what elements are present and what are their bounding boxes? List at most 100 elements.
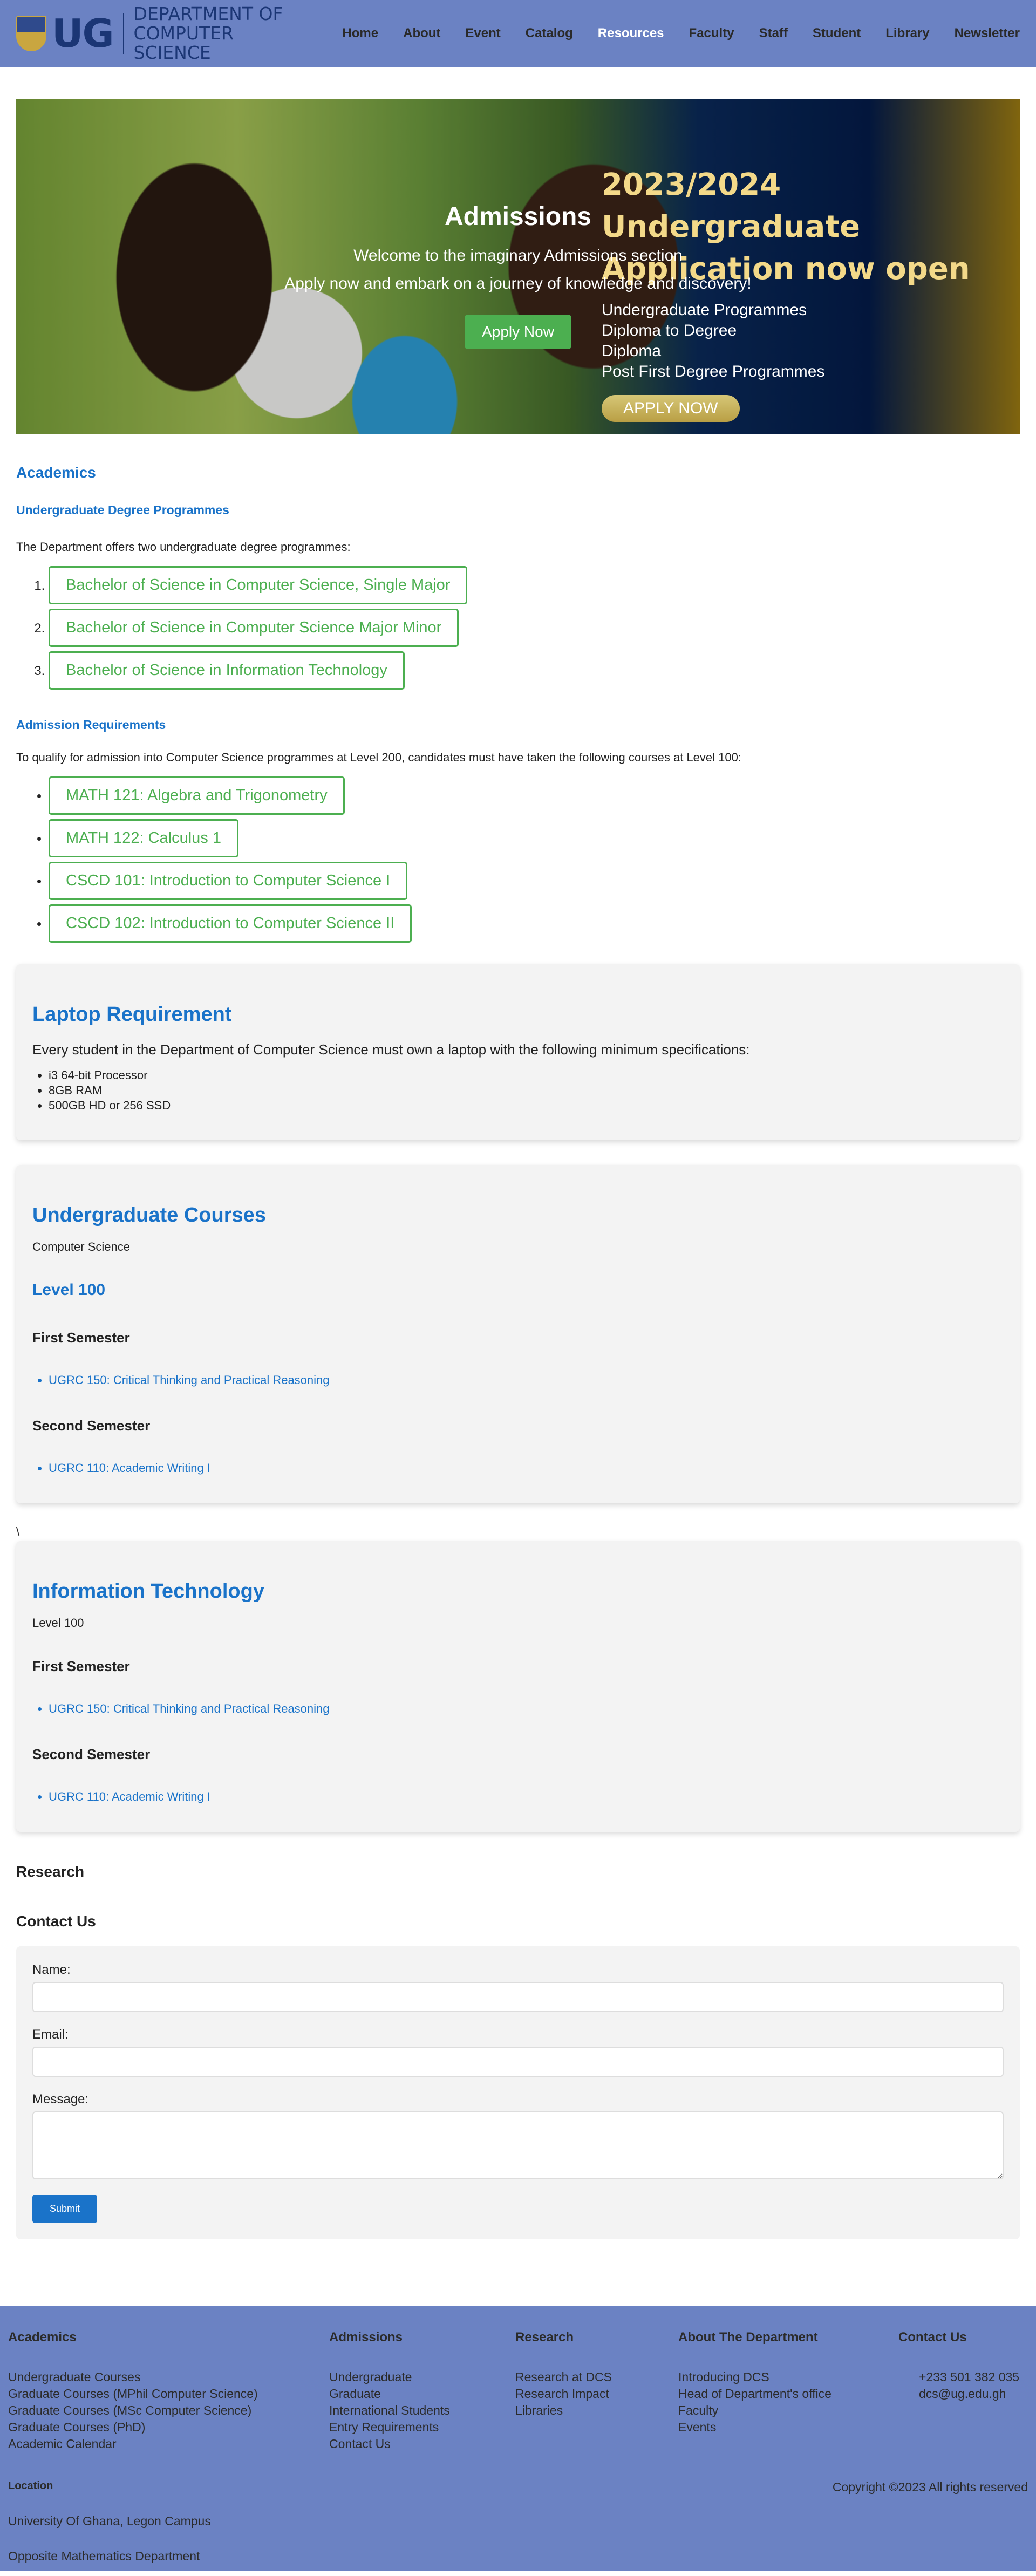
courses-heading: Undergraduate Courses <box>32 1204 266 1226</box>
admission-requirements-heading: Admission Requirements <box>16 718 166 732</box>
first-semester-heading: First Semester <box>32 1330 130 1346</box>
contact-heading: Contact Us <box>16 1913 96 1930</box>
location-heading: Location <box>8 2480 53 2492</box>
name-label: Name: <box>32 1962 71 1977</box>
nav-newsletter[interactable]: Newsletter <box>955 26 1020 41</box>
footer-link[interactable]: Undergraduate Courses <box>8 2369 258 2386</box>
ug-programmes-heading: Undergraduate Degree Programmes <box>16 503 229 517</box>
courses-subtitle: Computer Science <box>32 1240 130 1253</box>
banner-text: Admissions Welcome to the imaginary Admi… <box>16 202 1020 349</box>
footer-link[interactable]: Entry Requirements <box>329 2419 450 2436</box>
nav-about[interactable]: About <box>403 26 440 41</box>
copyright: Copyright ©2023 All rights reserved <box>832 2480 1028 2494</box>
location-line: University Of Ghana, Legon Campus <box>8 2514 211 2528</box>
course-link[interactable]: UGRC 110: Academic Writing I <box>49 1790 1004 1804</box>
admissions-banner: 2023/2024 Undergraduate Application now … <box>16 99 1020 434</box>
brand[interactable]: UG DEPARTMENT OF COMPUTER SCIENCE <box>16 4 310 63</box>
contact-form: Name: Email: Message: Submit <box>16 1946 1020 2239</box>
nav-home[interactable]: Home <box>342 26 378 41</box>
requirement-button[interactable]: CSCD 101: Introduction to Computer Scien… <box>49 862 408 900</box>
submit-button[interactable]: Submit <box>32 2195 98 2223</box>
research-heading: Research <box>16 1863 85 1880</box>
department-line-1: DEPARTMENT OF <box>133 3 283 24</box>
footer-about: About The Department Introducing DCS Hea… <box>678 2330 831 2436</box>
nav-student[interactable]: Student <box>813 26 861 41</box>
footer-link[interactable]: Faculty <box>678 2402 831 2419</box>
footer-heading: About The Department <box>678 2330 818 2345</box>
footer-heading: Research <box>515 2330 574 2345</box>
footer-link[interactable]: Academic Calendar <box>8 2436 258 2452</box>
requirement-button[interactable]: MATH 121: Algebra and Trigonometry <box>49 776 345 815</box>
course-link[interactable]: UGRC 150: Critical Thinking and Practica… <box>49 1702 1004 1716</box>
footer-phone[interactable]: +233 501 382 035 <box>898 2369 1019 2386</box>
programme-button[interactable]: Bachelor of Science in Computer Science … <box>49 609 459 647</box>
banner-tagline: Apply now and embark on a journey of kno… <box>284 275 752 292</box>
nav-staff[interactable]: Staff <box>759 26 788 41</box>
footer-link[interactable]: Libraries <box>515 2402 612 2419</box>
laptop-requirement-card: Laptop Requirement Every student in the … <box>16 964 1020 1140</box>
course-list: UGRC 150: Critical Thinking and Practica… <box>32 1373 1004 1387</box>
name-input[interactable] <box>32 1982 1004 2012</box>
requirement-button[interactable]: MATH 122: Calculus 1 <box>49 819 238 857</box>
laptop-lead: Every student in the Department of Compu… <box>32 1041 750 1058</box>
footer-link[interactable]: Research at DCS <box>515 2369 612 2386</box>
email-input[interactable] <box>32 2047 1004 2077</box>
footer-link[interactable]: Graduate <box>329 2386 450 2402</box>
site-header: UG DEPARTMENT OF COMPUTER SCIENCE Home A… <box>0 0 1036 67</box>
course-list: UGRC 150: Critical Thinking and Practica… <box>32 1702 1004 1716</box>
footer-heading: Admissions <box>329 2330 403 2345</box>
location-line: Opposite Mathematics Department <box>8 2549 200 2563</box>
spec-list: i3 64-bit Processor 8GB RAM 500GB HD or … <box>32 1068 1004 1113</box>
nav-resources[interactable]: Resources <box>598 26 664 41</box>
department-name: DEPARTMENT OF COMPUTER SCIENCE <box>134 4 310 63</box>
programme-button[interactable]: Bachelor of Science in Information Techn… <box>49 651 405 690</box>
footer-link[interactable]: Graduate Courses (PhD) <box>8 2419 258 2436</box>
list-item: MATH 122: Calculus 1 <box>49 819 1020 857</box>
course-list: UGRC 110: Academic Writing I <box>32 1790 1004 1804</box>
programme-list: Bachelor of Science in Computer Science,… <box>16 566 1020 690</box>
list-item: MATH 121: Algebra and Trigonometry <box>49 776 1020 815</box>
ug-programmes-intro: The Department offers two undergraduate … <box>16 540 351 554</box>
requirement-button[interactable]: CSCD 102: Introduction to Computer Scien… <box>49 904 412 943</box>
footer-heading: Contact Us <box>898 2330 967 2345</box>
list-item: 8GB RAM <box>49 1083 1004 1098</box>
it-heading: Information Technology <box>32 1580 264 1603</box>
footer-link[interactable]: Events <box>678 2419 831 2436</box>
programme-button[interactable]: Bachelor of Science in Computer Science,… <box>49 566 468 604</box>
nav-catalog[interactable]: Catalog <box>526 26 573 41</box>
footer-link[interactable]: Graduate Courses (MSc Computer Science) <box>8 2402 258 2419</box>
nav-library[interactable]: Library <box>885 26 929 41</box>
university-crest-icon <box>16 16 47 51</box>
footer-research: Research Research at DCS Research Impact… <box>515 2330 612 2419</box>
course-link[interactable]: UGRC 150: Critical Thinking and Practica… <box>49 1373 1004 1387</box>
footer-admissions: Admissions Undergraduate Graduate Intern… <box>329 2330 450 2452</box>
list-item: 500GB HD or 256 SSD <box>49 1098 1004 1113</box>
logo-text: UG <box>52 11 114 56</box>
academics-heading: Academics <box>16 464 96 481</box>
nav-faculty[interactable]: Faculty <box>689 26 734 41</box>
nav-event[interactable]: Event <box>465 26 500 41</box>
footer-heading: Academics <box>8 2330 77 2345</box>
email-label: Email: <box>32 2027 69 2042</box>
footer-link[interactable]: International Students <box>329 2402 450 2419</box>
course-link[interactable]: UGRC 110: Academic Writing I <box>49 1461 1004 1475</box>
message-label: Message: <box>32 2092 89 2107</box>
footer-link[interactable]: Introducing DCS <box>678 2369 831 2386</box>
footer-link[interactable]: Research Impact <box>515 2386 612 2402</box>
promo-apply-graphic: APPLY NOW <box>602 395 740 422</box>
first-semester-heading: First Semester <box>32 1658 130 1674</box>
second-semester-heading: Second Semester <box>32 1746 151 1762</box>
apply-now-button[interactable]: Apply Now <box>465 315 571 349</box>
message-textarea[interactable] <box>32 2111 1004 2179</box>
footer-link[interactable]: Contact Us <box>329 2436 450 2452</box>
list-item: i3 64-bit Processor <box>49 1068 1004 1083</box>
list-item: Bachelor of Science in Computer Science,… <box>49 566 1020 604</box>
footer-link[interactable]: Graduate Courses (MPhil Computer Science… <box>8 2386 258 2402</box>
footer-link[interactable]: Head of Department's office <box>678 2386 831 2402</box>
it-level-text: Level 100 <box>32 1616 84 1630</box>
footer-link[interactable]: Undergraduate <box>329 2369 450 2386</box>
stray-backslash: \ <box>16 1525 20 1538</box>
course-list: UGRC 110: Academic Writing I <box>32 1461 1004 1475</box>
banner-title: Admissions <box>444 202 592 231</box>
footer-email[interactable]: dcs@ug.edu.gh <box>898 2386 1019 2402</box>
